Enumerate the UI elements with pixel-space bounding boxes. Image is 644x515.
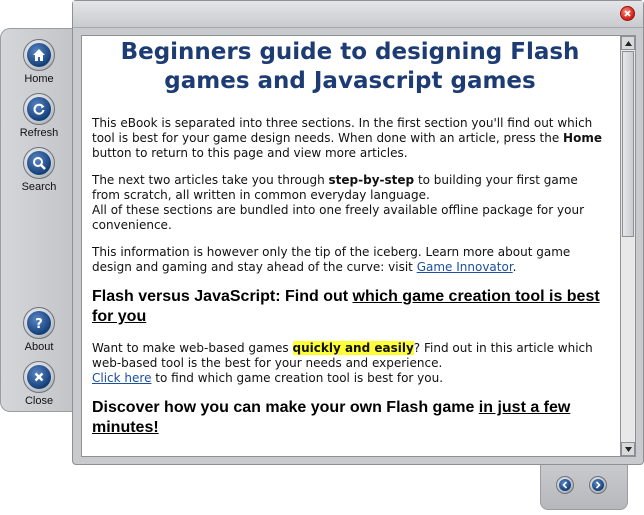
arrow-left-icon bbox=[559, 479, 571, 491]
scroll-up-button[interactable] bbox=[621, 36, 635, 50]
search-label: Search bbox=[21, 181, 57, 193]
about-button[interactable]: ? About bbox=[1, 307, 77, 353]
article-content: Beginners guide to designing Flash games… bbox=[81, 35, 621, 457]
forward-button[interactable] bbox=[589, 476, 607, 494]
vertical-scrollbar[interactable] bbox=[621, 35, 636, 457]
arrow-right-icon bbox=[592, 479, 604, 491]
caret-up-icon bbox=[624, 40, 632, 46]
sidebar-toolbar: Home Refresh Search ? About Close bbox=[0, 28, 76, 412]
highlighted-text: quickly and easily bbox=[292, 341, 414, 355]
sections-paragraph: The next two articles take you through s… bbox=[92, 173, 584, 232]
home-button[interactable]: Home bbox=[1, 39, 77, 85]
home-icon bbox=[27, 43, 51, 67]
refresh-icon bbox=[27, 97, 51, 121]
close-icon bbox=[27, 365, 51, 389]
click-here-link[interactable]: Click here bbox=[92, 371, 151, 385]
svg-text:?: ? bbox=[35, 317, 43, 330]
about-label: About bbox=[24, 341, 54, 353]
page-nav-panel bbox=[540, 464, 628, 510]
search-button[interactable]: Search bbox=[1, 147, 77, 193]
back-button[interactable] bbox=[556, 476, 574, 494]
iceberg-paragraph: This information is however only the tip… bbox=[92, 245, 571, 274]
close-x-icon bbox=[624, 10, 631, 17]
flash-vs-js-heading: Flash versus JavaScript: Find out which … bbox=[92, 288, 600, 325]
intro-paragraph: This eBook is separated into three secti… bbox=[92, 116, 602, 160]
home-label: Home bbox=[24, 73, 54, 85]
flash-vs-js-paragraph: Want to make web-based games quickly and… bbox=[92, 341, 593, 385]
refresh-label: Refresh bbox=[19, 127, 59, 139]
scroll-down-button[interactable] bbox=[621, 442, 635, 456]
close-label: Close bbox=[24, 395, 54, 407]
make-flash-game-heading: Discover how you can make your own Flash… bbox=[92, 399, 571, 436]
caret-down-icon bbox=[624, 446, 632, 452]
home-bold-text: Home bbox=[563, 131, 602, 145]
close-button[interactable]: Close bbox=[1, 361, 77, 407]
question-icon: ? bbox=[27, 311, 51, 335]
search-icon bbox=[27, 151, 51, 175]
game-innovator-link[interactable]: Game Innovator bbox=[417, 260, 513, 274]
window-close-button[interactable] bbox=[620, 6, 635, 21]
article-title: Beginners guide to designing Flash games… bbox=[120, 39, 580, 94]
title-bar bbox=[73, 1, 643, 28]
ebook-window: Beginners guide to designing Flash games… bbox=[72, 0, 644, 465]
scroll-thumb[interactable] bbox=[622, 51, 634, 237]
refresh-button[interactable]: Refresh bbox=[1, 93, 77, 139]
